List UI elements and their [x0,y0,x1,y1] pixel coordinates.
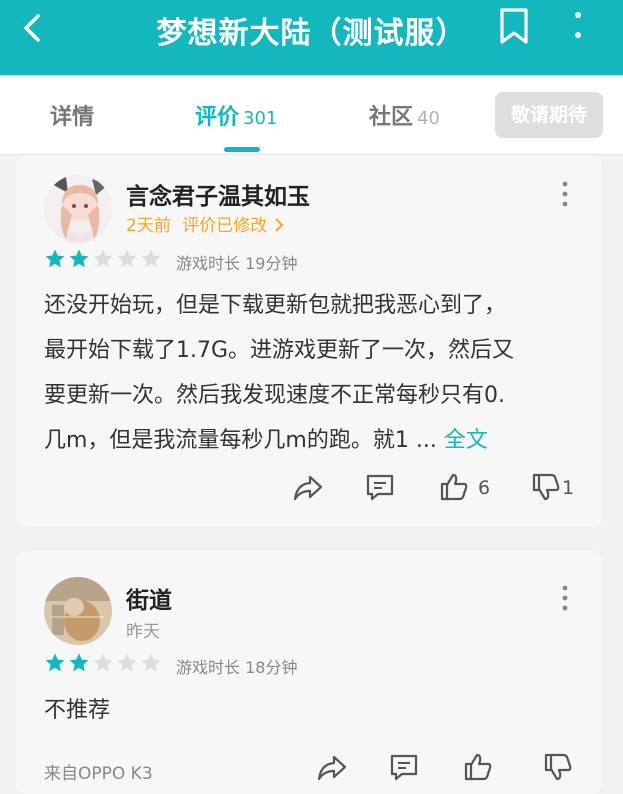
coming-soon-button[interactable]: 敬请期待 [495,92,603,138]
review-text[interactable]: 还没开始玩，但是下载更新包就把我恶心到了， 最开始下载了1.7G。进游戏更新了一… [44,283,584,463]
dislike-button[interactable]: 1 [530,471,574,507]
review-time: 2天前 [126,216,171,236]
tab-bar: 详情 评价 301 社区 40 敬请期待 [0,75,623,155]
like-count: 6 [478,477,491,499]
review-text[interactable]: 不推荐 [44,688,584,733]
share-button[interactable] [292,471,324,507]
playtime-label: 游戏时长 19分钟 [176,254,298,273]
thumbs-down-icon [544,753,572,781]
review-line: 几m，但是我流量每秒几m的跑。就1 ... [44,428,444,453]
star-icon [141,249,161,268]
chevron-right-icon [274,218,284,232]
star-icon [69,653,89,672]
tab-community[interactable]: 社区 40 [369,99,440,131]
review-username[interactable]: 言念君子温其如玉 [126,177,310,211]
rating-stars [44,652,164,676]
tab-count: 301 [243,108,278,129]
review-line: 还没开始玩，但是下载更新包就把我恶心到了， [44,293,507,318]
tab-reviews[interactable]: 评价 301 [195,99,277,131]
review-actions: 6 1 [16,471,602,507]
tab-details[interactable]: 详情 [50,99,94,131]
review-options-icon[interactable] [558,583,572,613]
tab-label: 评价 [195,105,240,130]
comment-icon [390,754,418,781]
star-icon [45,249,65,268]
star-icon [69,249,89,268]
thumbs-up-icon [440,473,468,501]
review-line: 要更新一次。然后我发现速度不正常每秒只有0. [44,383,505,408]
thumbs-up-icon [464,753,492,781]
more-vertical-icon[interactable] [566,8,590,44]
comment-button[interactable] [364,471,396,507]
like-button[interactable] [462,751,494,787]
active-tab-indicator [224,147,260,152]
star-icon [93,249,113,268]
comment-button[interactable] [388,751,420,787]
review-options-icon[interactable] [558,179,572,209]
review-meta[interactable]: 2天前 评价已修改 [126,211,285,236]
review-line: 最开始下载了1.7G。进游戏更新了一次，然后又 [44,338,515,363]
tab-count: 40 [417,108,440,129]
tab-label: 社区 [369,105,414,130]
app-header: 梦想新大陆（测试服） [0,0,623,75]
bookmark-icon[interactable] [496,6,532,46]
edited-label: 评价已修改 [182,216,268,236]
avatar[interactable] [44,175,112,243]
review-card: 街道 昨天 游戏时长 18分钟 不推荐 来自OPPO K3 [16,551,602,794]
tab-label: 详情 [50,105,95,130]
review-username[interactable]: 街道 [126,581,172,615]
share-icon [293,475,323,501]
comment-icon [366,474,394,501]
star-icon [141,653,161,672]
dislike-button[interactable] [542,751,574,787]
full-text-link[interactable]: 全文 [444,428,488,453]
review-card: 言念君子温其如玉 2天前 评价已修改 游戏时长 19分钟 还没开始玩，但是下载更… [16,155,602,527]
star-icon [117,249,137,268]
dislike-count: 1 [562,477,575,499]
star-icon [45,653,65,672]
star-icon [117,653,137,672]
star-icon [93,653,113,672]
share-button[interactable] [316,751,348,787]
thumbs-down-icon [532,473,560,501]
review-actions [16,751,602,787]
review-time: 昨天 [126,622,160,642]
share-icon [317,755,347,781]
like-button[interactable]: 6 [438,471,490,507]
avatar[interactable] [44,577,112,645]
rating-stars [44,248,164,272]
playtime-label: 游戏时长 18分钟 [176,658,298,677]
